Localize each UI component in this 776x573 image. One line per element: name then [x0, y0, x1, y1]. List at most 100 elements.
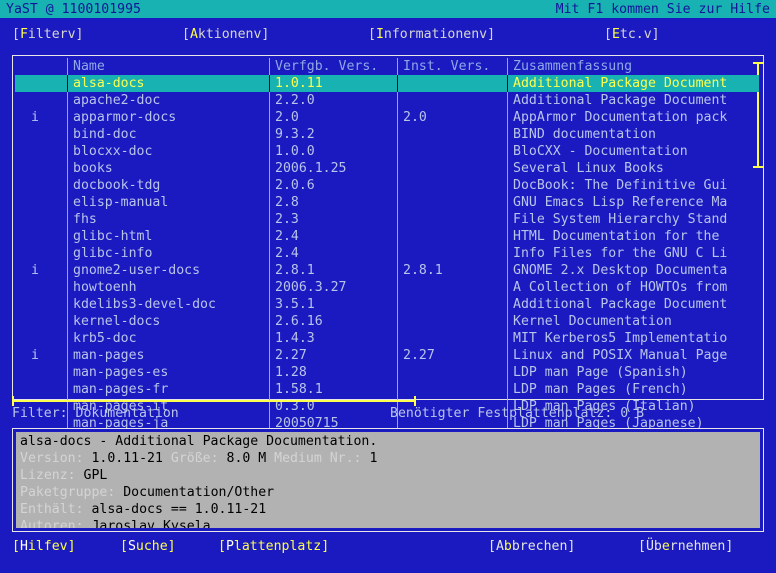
column-separator	[67, 194, 68, 211]
cell-available-version: 2.27	[275, 348, 307, 363]
menu-item-f[interactable]: [Filterv]	[12, 26, 83, 43]
cell-install-flag: i	[31, 263, 39, 278]
column-separator	[269, 381, 270, 398]
column-separator	[269, 143, 270, 160]
description-frame: alsa-docs - Additional Package Documenta…	[12, 428, 764, 532]
table-row[interactable]: kernel-docs 2.6.16 Kernel Documentation	[13, 313, 763, 330]
button-hotkey: e	[661, 539, 670, 554]
menu-item-label: ktionenv]	[197, 27, 270, 42]
cell-package-name: man-pages	[73, 348, 145, 363]
cell-installed-version: 2.8.1	[403, 263, 443, 278]
column-separator	[269, 58, 270, 75]
cell-available-version: 2.0.6	[275, 178, 315, 193]
button-übernehmen[interactable]: [Übernehmen]	[638, 538, 733, 555]
column-separator	[269, 194, 270, 211]
table-row[interactable]: docbook-tdg 2.0.6 DocBook: The Definitive …	[13, 177, 763, 194]
cell-available-version: 1.58.1	[275, 382, 323, 397]
column-header-summary: Zusammenfassung	[513, 59, 633, 74]
column-separator	[507, 347, 508, 364]
column-separator	[269, 177, 270, 194]
column-separator	[269, 296, 270, 313]
table-row[interactable]: i apparmor-docs 2.0 2.0 AppArmor Documentati…	[13, 109, 763, 126]
cell-installed-version: 2.0	[403, 110, 427, 125]
column-separator	[397, 177, 398, 194]
column-separator	[397, 347, 398, 364]
cell-summary: Info Files for the GNU C Li	[513, 246, 728, 261]
column-separator	[67, 177, 68, 194]
column-separator	[507, 58, 508, 75]
cell-installed-version: 2.27	[403, 348, 435, 363]
column-separator	[397, 313, 398, 330]
button-plattenplatz[interactable]: [Plattenplatz]	[218, 538, 329, 555]
table-row[interactable]: glibc-html 2.4 HTML Documentation for the	[13, 228, 763, 245]
column-separator	[269, 160, 270, 177]
column-separator	[507, 313, 508, 330]
column-separator	[507, 279, 508, 296]
cell-available-version: 9.3.2	[275, 127, 315, 142]
table-row[interactable]: howtoenh 2006.3.27 A Collection of HOWTOs …	[13, 279, 763, 296]
cell-package-name: apache2-doc	[73, 93, 161, 108]
package-description-panel[interactable]: alsa-docs - Additional Package Documenta…	[16, 432, 760, 528]
column-separator	[397, 92, 398, 109]
column-separator	[67, 75, 68, 92]
cell-available-version: 2.4	[275, 246, 299, 261]
table-row[interactable]: i gnome2-user-docs 2.8.1 2.8.1 GNOME 2.x Des…	[13, 262, 763, 279]
column-separator	[507, 92, 508, 109]
menu-bracket-open: [	[368, 27, 376, 42]
cell-package-name: alsa-docs	[73, 76, 145, 91]
table-row[interactable]: man-pages-fr 1.58.1 LDP man Pages (French)	[13, 381, 763, 398]
table-row[interactable]: i man-pages 2.27 2.27 Linux and POSIX Manual…	[13, 347, 763, 364]
column-separator	[67, 92, 68, 109]
authors-value: Jaroslav Kysela ,	[91, 519, 227, 528]
cell-package-name: glibc-html	[73, 229, 153, 244]
table-row[interactable]: elisp-manual 2.8 GNU Emacs Lisp Reference …	[13, 194, 763, 211]
cell-summary: A Collection of HOWTOs from	[513, 280, 728, 295]
cell-install-flag: i	[31, 110, 39, 125]
cell-summary: BIND documentation	[513, 127, 656, 142]
package-table[interactable]: Name Verfgb. Vers. Inst. Vers. Zusammenf…	[12, 55, 764, 432]
column-header-inst: Inst. Vers.	[403, 59, 491, 74]
table-row[interactable]: books 2006.1.25 Several Linux Books	[13, 160, 763, 177]
description-authors-line: Autoren: Jaroslav Kysela ,	[20, 518, 756, 528]
button-suche[interactable]: [Suche]	[120, 538, 176, 555]
cell-package-name: blocxx-doc	[73, 144, 153, 159]
column-separator	[507, 364, 508, 381]
table-row[interactable]: blocxx-doc 1.0.0 BloCXX - Documentation	[13, 143, 763, 160]
button-bar: [Hilfev] [Suche] [Plattenplatz] [Abbrechen]…	[0, 538, 776, 558]
table-row[interactable]: kdelibs3-devel-doc 3.5.1 Additional Packag…	[13, 296, 763, 313]
cell-package-name: man-pages-es	[73, 365, 169, 380]
horizontal-scrollbar[interactable]	[12, 396, 416, 406]
button-abbrechen[interactable]: [Abbrechen]	[488, 538, 575, 555]
table-row[interactable]: glibc-info 2.4 Info Files for the GNU C Li	[13, 245, 763, 262]
cell-package-name: books	[73, 161, 113, 176]
menu-item-a[interactable]: [Aktionenv]	[182, 26, 269, 43]
table-row[interactable]: apache2-doc 2.2.0 Additional Package Docum…	[13, 92, 763, 109]
button-bracket-open: [A	[488, 539, 504, 554]
column-separator	[397, 58, 398, 75]
table-row[interactable]: krb5-doc 1.4.3 MIT Kerberos5 Implementatio	[13, 330, 763, 347]
table-row[interactable]: alsa-docs 1.0.11 Additional Package Docume…	[13, 75, 763, 92]
cell-available-version: 1.0.11	[275, 76, 323, 91]
menu-item-e[interactable]: [Etc.v]	[604, 26, 660, 43]
size-label: Größe:	[170, 451, 219, 466]
size-value: 8.0 M	[226, 451, 267, 466]
column-separator	[397, 262, 398, 279]
table-row[interactable]: fhs 2.3 File System Hierarchy Stand	[13, 211, 763, 228]
cell-summary: BloCXX - Documentation	[513, 144, 688, 159]
column-separator	[507, 143, 508, 160]
menu-hotkey: A	[189, 27, 198, 42]
column-separator	[507, 381, 508, 398]
table-row[interactable]: bind-doc 9.3.2 BIND documentation	[13, 126, 763, 143]
cell-install-flag: i	[31, 348, 39, 363]
column-separator	[397, 330, 398, 347]
cell-summary: LDP man Page (Spanish)	[513, 365, 688, 380]
button-hilfev[interactable]: [Hilfev]	[12, 538, 76, 555]
group-value: Documentation/Other	[123, 485, 275, 500]
column-separator	[507, 245, 508, 262]
menu-item-i[interactable]: [Informationenv]	[368, 26, 495, 43]
column-separator	[397, 126, 398, 143]
column-separator	[67, 126, 68, 143]
table-row[interactable]: man-pages-es 1.28 LDP man Page (Spanish)	[13, 364, 763, 381]
column-separator	[67, 381, 68, 398]
column-separator	[507, 177, 508, 194]
